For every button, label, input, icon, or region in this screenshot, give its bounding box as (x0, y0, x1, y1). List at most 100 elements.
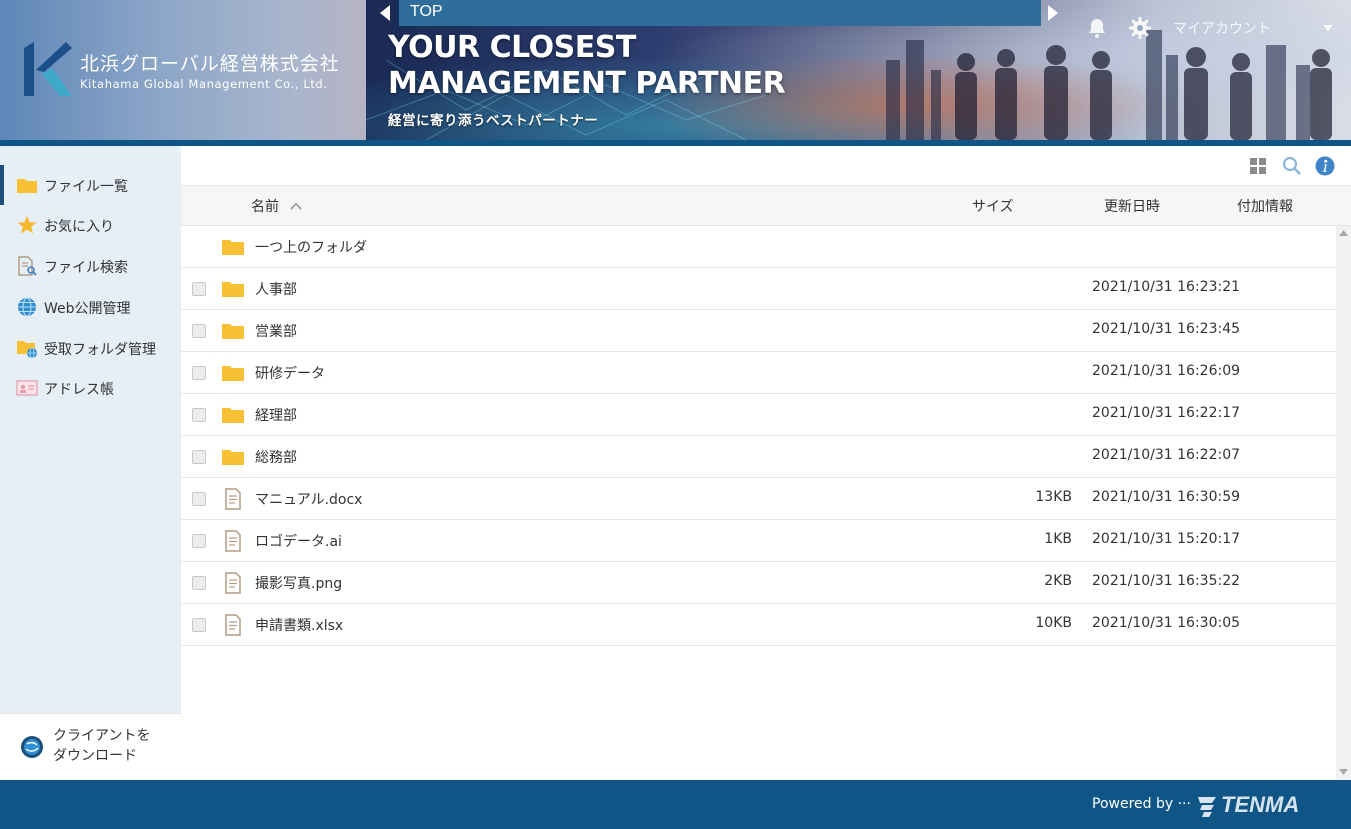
folder-icon (222, 240, 244, 255)
row-checkbox[interactable] (192, 576, 206, 590)
sidebar-item-favorites[interactable]: お気に入り (0, 205, 181, 245)
file-name[interactable]: ロゴデータ.ai (255, 531, 342, 551)
file-name[interactable]: マニュアル.docx (255, 489, 362, 509)
company-logo[interactable]: 北浜グローバル経営株式会社 Kitahama Global Management… (0, 0, 366, 140)
vertical-scrollbar[interactable] (1336, 226, 1351, 780)
parent-folder-row[interactable]: 一つ上のフォルダ (181, 226, 1336, 268)
file-updated: 2021/10/31 16:23:45 (1092, 321, 1241, 337)
my-account-menu[interactable]: マイアカウント (1173, 18, 1271, 38)
download-client-icon (21, 736, 43, 758)
file-name[interactable]: 人事部 (255, 279, 297, 299)
scroll-up-icon[interactable] (1339, 230, 1348, 236)
row-checkbox[interactable] (192, 408, 206, 422)
table-row[interactable]: 経理部 2021/10/31 16:22:17 (181, 394, 1336, 436)
file-name[interactable]: 営業部 (255, 321, 297, 341)
sidebar-item-label: Web公開管理 (44, 301, 131, 317)
file-name[interactable]: 撮影写真.png (255, 573, 342, 593)
globe-icon (18, 297, 36, 317)
bell-icon[interactable] (1085, 16, 1109, 40)
folder-globe-icon (17, 341, 37, 358)
info-icon[interactable] (1315, 156, 1335, 176)
sort-ascending-icon[interactable] (289, 199, 303, 213)
file-size: 1KB (1044, 531, 1072, 547)
banner-title: YOUR CLOSEST MANAGEMENT PARTNER (388, 30, 786, 101)
grid-view-icon[interactable] (1248, 156, 1268, 176)
sidebar-item-file-list[interactable]: ファイル一覧 (0, 165, 181, 205)
row-checkbox[interactable] (192, 492, 206, 506)
sidebar-item-label: 受取フォルダ管理 (44, 342, 156, 358)
table-row[interactable]: ロゴデータ.ai 1KB 2021/10/31 15:20:17 (181, 520, 1336, 562)
column-header-info[interactable]: 付加情報 (1237, 196, 1293, 216)
document-icon (225, 572, 241, 594)
row-checkbox[interactable] (192, 534, 206, 548)
chevron-down-icon[interactable] (1322, 24, 1334, 32)
sidebar-item-label: アドレス帳 (44, 382, 114, 398)
powered-by-label: Powered by ··· (1092, 796, 1191, 812)
row-checkbox[interactable] (192, 324, 206, 338)
sidebar-item-receive-folder[interactable]: 受取フォルダ管理 (0, 328, 181, 368)
breadcrumb-prev-icon[interactable] (378, 4, 392, 22)
file-updated: 2021/10/31 16:35:22 (1092, 573, 1241, 589)
column-header-name[interactable]: 名前 (251, 196, 279, 216)
file-name[interactable]: 総務部 (255, 447, 297, 467)
sidebar-item-label: ファイル検索 (44, 260, 128, 276)
app-footer: Powered by ··· TENMA (0, 780, 1351, 829)
file-updated: 2021/10/31 16:30:59 (1092, 489, 1241, 505)
folder-icon (222, 408, 244, 423)
file-updated: 2021/10/31 16:26:09 (1092, 363, 1241, 379)
file-name[interactable]: 申請書類.xlsx (255, 615, 343, 635)
document-icon (225, 614, 241, 636)
sidebar-item-file-search[interactable]: ファイル検索 (0, 246, 181, 286)
row-checkbox[interactable] (192, 450, 206, 464)
file-name[interactable]: 研修データ (255, 363, 325, 383)
tenma-brand: TENMA (1221, 792, 1300, 817)
star-icon (17, 216, 37, 234)
file-updated: 2021/10/31 16:22:17 (1092, 405, 1241, 421)
table-row[interactable]: 人事部 2021/10/31 16:23:21 (181, 268, 1336, 310)
table-row[interactable]: 申請書類.xlsx 10KB 2021/10/31 16:30:05 (181, 604, 1336, 646)
sidebar-item-web-publish[interactable]: Web公開管理 (0, 287, 181, 327)
folder-icon (222, 324, 244, 339)
download-client-button[interactable]: クライアントを ダウンロード (0, 713, 181, 780)
company-logo-mark-icon (24, 42, 72, 96)
row-checkbox[interactable] (192, 618, 206, 632)
row-checkbox[interactable] (192, 366, 206, 380)
search-icon[interactable] (1282, 156, 1302, 176)
table-header: 名前 サイズ 更新日時 付加情報 (181, 186, 1351, 226)
table-row[interactable]: 総務部 2021/10/31 16:22:07 (181, 436, 1336, 478)
breadcrumb-next-icon[interactable] (1046, 4, 1060, 22)
file-updated: 2021/10/31 16:22:07 (1092, 447, 1241, 463)
table-row[interactable]: 研修データ 2021/10/31 16:26:09 (181, 352, 1336, 394)
column-header-size[interactable]: サイズ (972, 196, 1014, 216)
file-toolbar (181, 146, 1351, 186)
file-updated: 2021/10/31 16:30:05 (1092, 615, 1241, 631)
company-name-jp: 北浜グローバル経営株式会社 (80, 53, 340, 75)
file-size: 2KB (1044, 573, 1072, 589)
scroll-down-icon[interactable] (1339, 769, 1348, 775)
file-list: 一つ上のフォルダ 人事部 2021/10/31 16:23:21 営業部 202… (181, 226, 1336, 780)
folder-icon (222, 450, 244, 465)
sidebar-item-label: ファイル一覧 (44, 179, 128, 195)
folder-icon (222, 366, 244, 381)
file-name[interactable]: 経理部 (255, 405, 297, 425)
row-checkbox[interactable] (192, 282, 206, 296)
company-name-en: Kitahama Global Management Co., Ltd. (80, 77, 328, 91)
sidebar-item-address-book[interactable]: アドレス帳 (0, 368, 181, 408)
column-header-updated[interactable]: 更新日時 (1104, 196, 1160, 216)
breadcrumb-current[interactable]: TOP (410, 3, 443, 21)
file-size: 13KB (1035, 489, 1072, 505)
document-icon (225, 530, 241, 552)
download-client-label: クライアントを ダウンロード (53, 728, 151, 764)
file-size: 10KB (1035, 615, 1072, 631)
parent-folder-label[interactable]: 一つ上のフォルダ (255, 237, 367, 257)
file-updated: 2021/10/31 15:20:17 (1092, 531, 1241, 547)
sidebar-item-label: お気に入り (44, 219, 114, 235)
file-list-panel: 名前 サイズ 更新日時 付加情報 一つ上のフォルダ 人事部 2021/10/31… (181, 146, 1351, 780)
address-card-icon (16, 380, 38, 396)
table-row[interactable]: 営業部 2021/10/31 16:23:45 (181, 310, 1336, 352)
app-header: 北浜グローバル経営株式会社 Kitahama Global Management… (0, 0, 1351, 146)
breadcrumb[interactable]: TOP (399, 0, 1041, 26)
table-row[interactable]: 撮影写真.png 2KB 2021/10/31 16:35:22 (181, 562, 1336, 604)
table-row[interactable]: マニュアル.docx 13KB 2021/10/31 16:30:59 (181, 478, 1336, 520)
gear-icon[interactable] (1128, 16, 1152, 40)
